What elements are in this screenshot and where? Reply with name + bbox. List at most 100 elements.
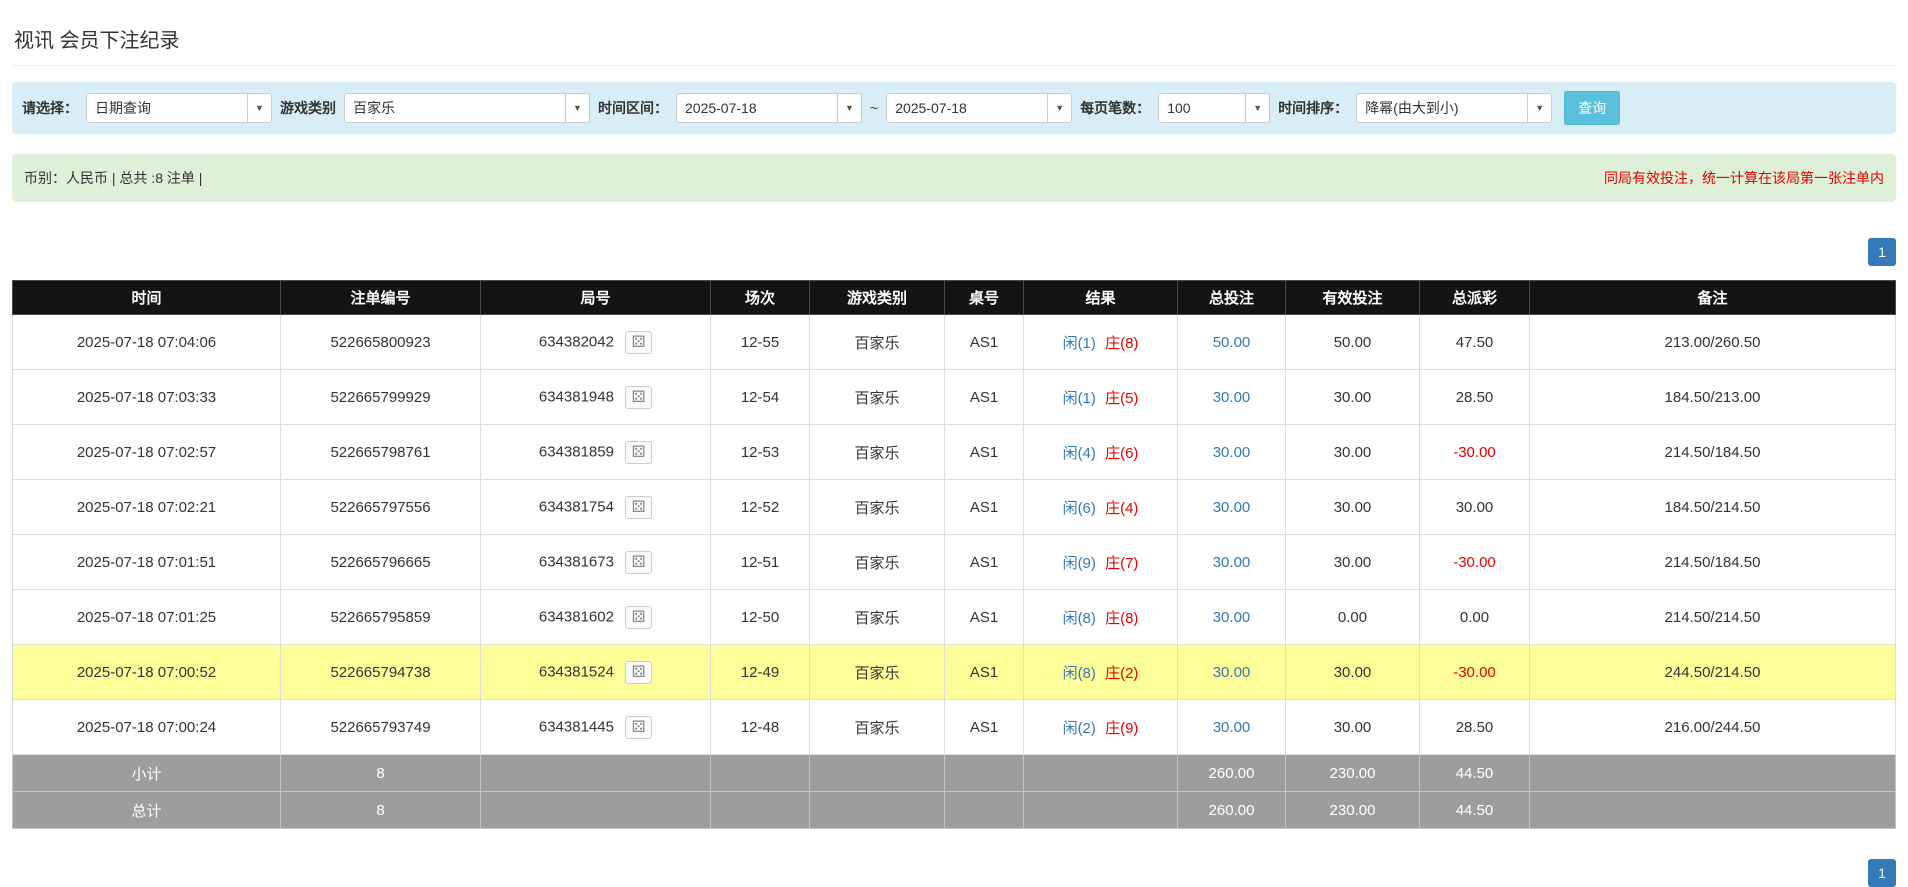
cell-result: 闲(9) 庄(7): [1024, 535, 1178, 590]
dice-icon[interactable]: ⚄: [625, 716, 652, 739]
cell-table: AS1: [945, 315, 1024, 370]
summary-text: 币别：人民币 | 总共 :8 注单 |: [24, 168, 202, 188]
cell-table: AS1: [945, 590, 1024, 645]
cell-total-bet: 30.00: [1178, 370, 1286, 425]
table-row: 2025-07-18 07:03:33 522665799929 6343819…: [13, 370, 1896, 425]
page-size-select[interactable]: 100 ▼: [1158, 93, 1270, 123]
result-player: 闲(8): [1063, 665, 1096, 682]
table-header-row: 时间 注单编号 局号 场次 游戏类别 桌号 结果 总投注 有效投注 总派彩 备注: [13, 281, 1896, 315]
header-bet-id: 注单编号: [281, 281, 481, 315]
summary-bar: 币别：人民币 | 总共 :8 注单 | 同局有效投注，统一计算在该局第一张注单内: [12, 154, 1896, 202]
cell-payout: -30.00: [1420, 425, 1530, 480]
cell-table: AS1: [945, 480, 1024, 535]
cell-total-bet: 30.00: [1178, 700, 1286, 755]
table-row: 2025-07-18 07:00:24 522665793749 6343814…: [13, 700, 1896, 755]
chevron-down-icon: ▼: [1245, 94, 1269, 122]
query-mode-label: 请选择：: [22, 98, 78, 118]
date-to-value: 2025-07-18: [887, 100, 1047, 116]
game-type-label: 游戏类别: [280, 98, 336, 118]
total-bet-link[interactable]: 30.00: [1213, 444, 1251, 461]
date-range-tilde: ~: [870, 100, 878, 116]
cell-total-bet: 30.00: [1178, 425, 1286, 480]
date-from-select[interactable]: 2025-07-18 ▼: [676, 93, 862, 123]
cell-bet-id: 522665798761: [281, 425, 481, 480]
result-banker: 庄(7): [1105, 555, 1138, 572]
total-bet-link[interactable]: 30.00: [1213, 389, 1251, 406]
cell-bet-id: 522665794738: [281, 645, 481, 700]
cell-payout: 28.50: [1420, 700, 1530, 755]
cell-round: 634381754 ⚄: [481, 480, 711, 535]
cell-result: 闲(4) 庄(6): [1024, 425, 1178, 480]
empty-cell: [481, 792, 711, 829]
result-player: 闲(9): [1063, 555, 1096, 572]
cell-result: 闲(1) 庄(5): [1024, 370, 1178, 425]
search-button[interactable]: 查询: [1564, 91, 1620, 125]
cell-result: 闲(2) 庄(9): [1024, 700, 1178, 755]
cell-game-type: 百家乐: [810, 590, 945, 645]
empty-cell: [945, 792, 1024, 829]
round-number: 634381673: [539, 553, 614, 570]
cell-result: 闲(1) 庄(8): [1024, 315, 1178, 370]
page: 视讯 会员下注纪录 请选择： 日期查询 ▼ 游戏类别 百家乐 ▼ 时间区间： 2…: [0, 0, 1908, 887]
total-bet-link[interactable]: 50.00: [1213, 334, 1251, 351]
total-bet-link[interactable]: 30.00: [1213, 719, 1251, 736]
cell-valid-bet: 50.00: [1286, 315, 1420, 370]
cell-total-bet: 50.00: [1178, 315, 1286, 370]
total-bet-link[interactable]: 30.00: [1213, 554, 1251, 571]
cell-time: 2025-07-18 07:00:52: [13, 645, 281, 700]
total-bet-link[interactable]: 30.00: [1213, 609, 1251, 626]
dice-icon[interactable]: ⚄: [625, 441, 652, 464]
page-1-button[interactable]: 1: [1868, 238, 1896, 266]
cell-session: 12-53: [711, 425, 810, 480]
cell-bet-id: 522665799929: [281, 370, 481, 425]
cell-time: 2025-07-18 07:00:24: [13, 700, 281, 755]
header-session: 场次: [711, 281, 810, 315]
header-time: 时间: [13, 281, 281, 315]
round-number: 634381445: [539, 718, 614, 735]
header-game-type: 游戏类别: [810, 281, 945, 315]
dice-icon[interactable]: ⚄: [625, 661, 652, 684]
query-mode-select[interactable]: 日期查询 ▼: [86, 93, 272, 123]
subtotal-count: 8: [281, 755, 481, 792]
total-valid-bet: 230.00: [1286, 792, 1420, 829]
cell-table: AS1: [945, 425, 1024, 480]
game-type-select[interactable]: 百家乐 ▼: [344, 93, 590, 123]
subtotal-payout: 44.50: [1420, 755, 1530, 792]
dice-icon[interactable]: ⚄: [625, 606, 652, 629]
page-1-button[interactable]: 1: [1868, 859, 1896, 887]
cell-note: 214.50/214.50: [1530, 590, 1896, 645]
result-player: 闲(6): [1063, 500, 1096, 517]
cell-round: 634381673 ⚄: [481, 535, 711, 590]
dice-icon[interactable]: ⚄: [625, 331, 652, 354]
cell-time: 2025-07-18 07:02:57: [13, 425, 281, 480]
dice-icon[interactable]: ⚄: [625, 386, 652, 409]
chevron-down-icon: ▼: [565, 94, 589, 122]
date-to-select[interactable]: 2025-07-18 ▼: [886, 93, 1072, 123]
cell-bet-id: 522665795859: [281, 590, 481, 645]
result-player: 闲(2): [1063, 720, 1096, 737]
cell-game-type: 百家乐: [810, 315, 945, 370]
cell-valid-bet: 30.00: [1286, 370, 1420, 425]
table-row: 2025-07-18 07:02:21 522665797556 6343817…: [13, 480, 1896, 535]
cell-valid-bet: 0.00: [1286, 590, 1420, 645]
cell-time: 2025-07-18 07:03:33: [13, 370, 281, 425]
cell-result: 闲(6) 庄(4): [1024, 480, 1178, 535]
total-bet-link[interactable]: 30.00: [1213, 664, 1251, 681]
empty-cell: [711, 755, 810, 792]
total-label: 总计: [13, 792, 281, 829]
cell-session: 12-49: [711, 645, 810, 700]
dice-icon[interactable]: ⚄: [625, 496, 652, 519]
round-number: 634381602: [539, 608, 614, 625]
cell-valid-bet: 30.00: [1286, 700, 1420, 755]
empty-cell: [711, 792, 810, 829]
sort-select[interactable]: 降幂(由大到小) ▼: [1356, 93, 1552, 123]
round-number: 634381948: [539, 388, 614, 405]
total-bet-link[interactable]: 30.00: [1213, 499, 1251, 516]
cell-result: 闲(8) 庄(2): [1024, 645, 1178, 700]
cell-note: 184.50/213.00: [1530, 370, 1896, 425]
round-number: 634382042: [539, 333, 614, 350]
cell-valid-bet: 30.00: [1286, 535, 1420, 590]
cell-bet-id: 522665800923: [281, 315, 481, 370]
dice-icon[interactable]: ⚄: [625, 551, 652, 574]
header-note: 备注: [1530, 281, 1896, 315]
